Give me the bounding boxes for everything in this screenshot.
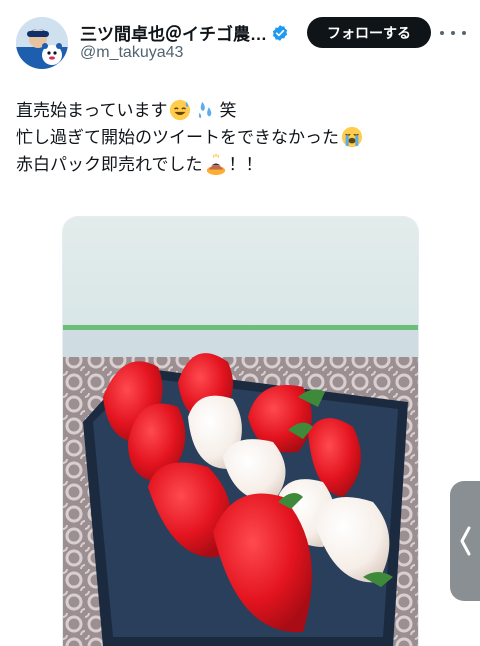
sweat-drops-emoji	[199, 101, 212, 119]
author-name-row[interactable]: 三ツ間卓也＠イチゴ農…	[80, 20, 289, 45]
side-panel-toggle[interactable]	[450, 481, 480, 601]
author-handle[interactable]: @m_takuya43	[80, 44, 183, 62]
tweet-line-3-suffix: ！！	[228, 155, 263, 175]
tweet-line-3-text: 赤白パック即売れでした	[16, 155, 203, 175]
more-dot	[462, 31, 466, 35]
bowing-person-emoji	[206, 153, 225, 175]
avatar[interactable]	[16, 17, 68, 69]
tweet-header: 三ツ間卓也＠イチゴ農… @m_takuya43 フォローする	[0, 0, 480, 84]
tweet-line-1-suffix: 笑	[219, 101, 237, 121]
more-dots-icon[interactable]	[440, 28, 466, 38]
more-dot	[440, 31, 444, 35]
verified-badge-icon	[272, 24, 288, 41]
tweet-line-1: 直売始まっています 笑	[16, 98, 466, 125]
loudly-crying-emoji	[341, 126, 363, 148]
strawberry-pack-photo	[63, 217, 418, 646]
tweet-media-image[interactable]	[62, 216, 419, 646]
tweet-line-1-text: 直売始まっています	[16, 101, 168, 121]
tweet-text: 直売始まっています 笑 忙し過ぎて開始のツイートをできなかった 赤白パック即売れ…	[16, 98, 466, 179]
author-display-name[interactable]: 三ツ間卓也＠イチゴ農…	[80, 20, 267, 45]
tweet-line-2: 忙し過ぎて開始のツイートをできなかった	[16, 125, 466, 152]
tweet-line-3: 赤白パック即売れでした ！！	[16, 152, 466, 179]
more-dot	[451, 31, 455, 35]
sweat-smile-emoji	[170, 99, 191, 121]
chevron-left-icon	[460, 526, 471, 556]
follow-button[interactable]: フォローする	[307, 17, 431, 48]
avatar-image	[16, 17, 68, 69]
tweet-line-2-text: 忙し過ぎて開始のツイートをできなかった	[16, 128, 339, 148]
